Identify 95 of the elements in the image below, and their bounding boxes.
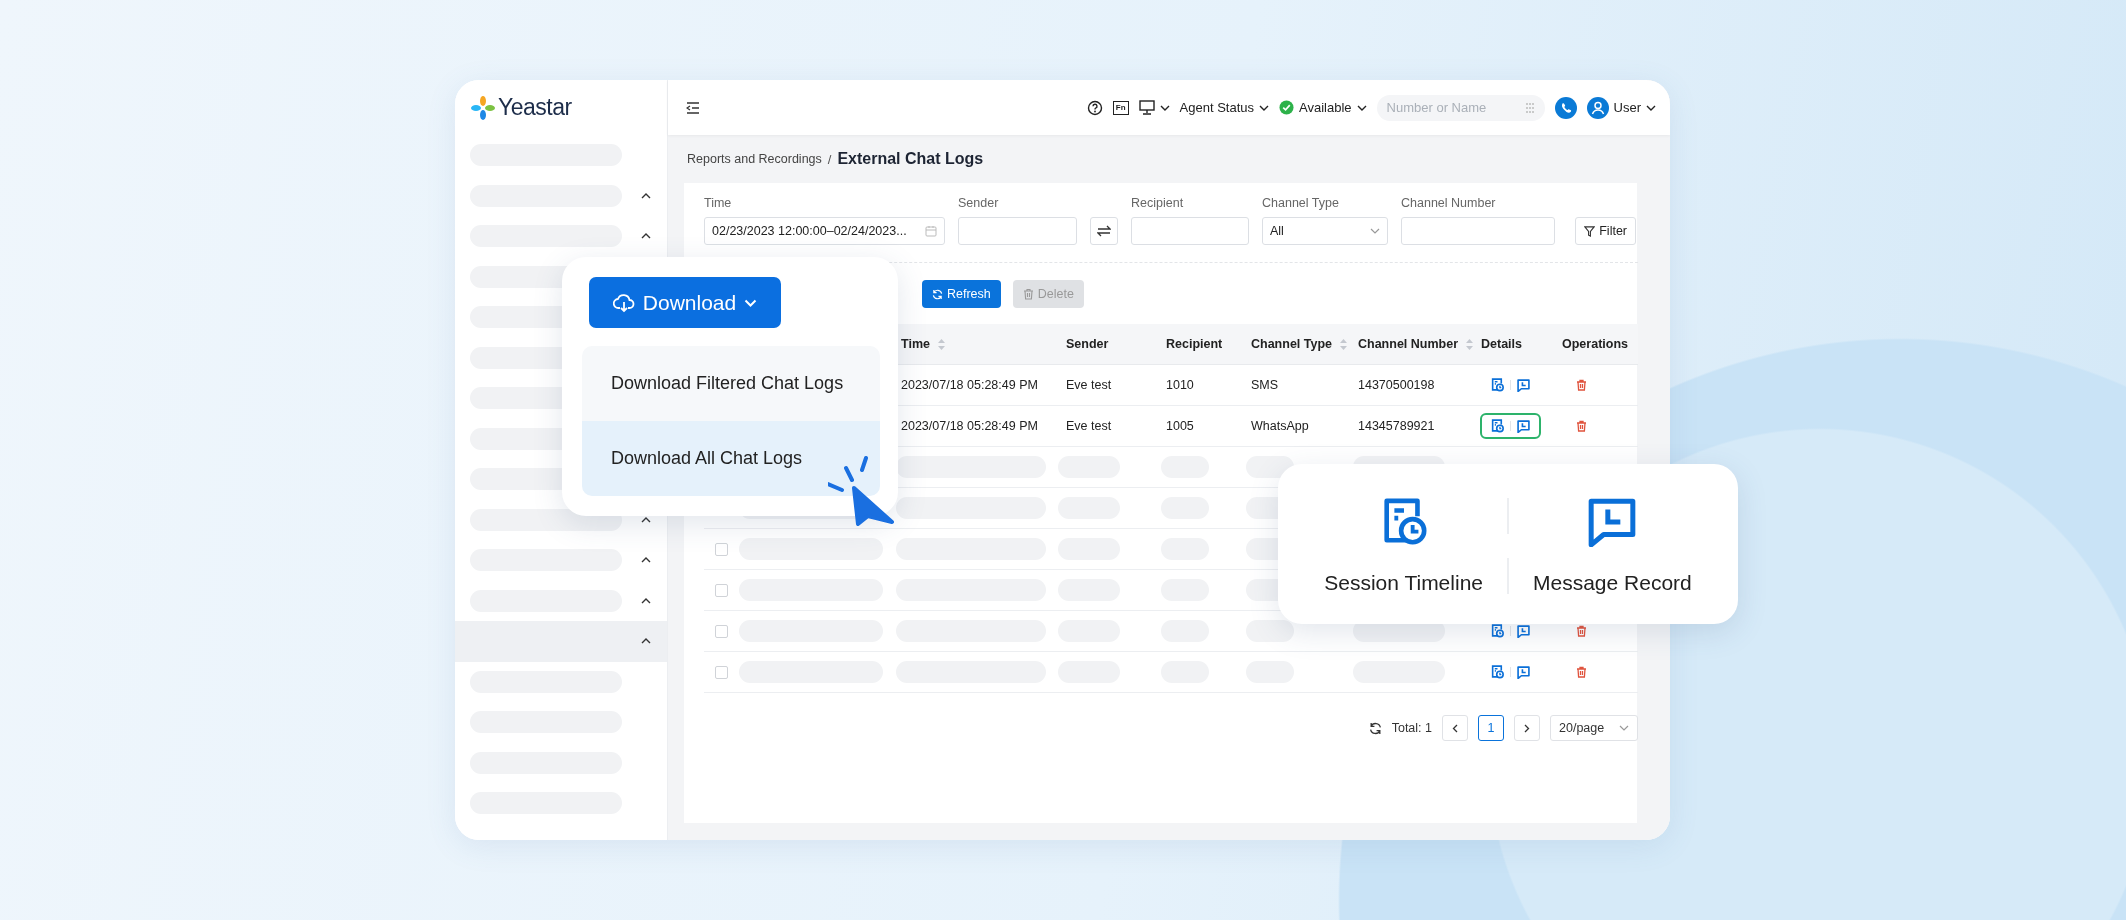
date-range-field[interactable]: 02/23/2023 12:00:00–02/24/2023... — [704, 217, 945, 245]
table-cell-text: WhatsApp — [1250, 419, 1310, 433]
swap-arrows-icon — [1097, 225, 1111, 237]
breadcrumb-separator: / — [827, 151, 832, 167]
swap-button[interactable] — [1090, 217, 1118, 245]
chevron-up-icon[interactable] — [641, 516, 651, 523]
input-field[interactable] — [958, 217, 1077, 245]
session-timeline-icon[interactable] — [1491, 419, 1504, 433]
table-cell-text: Eve test — [1065, 419, 1113, 433]
chevron-up-icon[interactable] — [641, 638, 651, 645]
filter-label: Channel Number — [1401, 196, 1497, 211]
chevron-down-icon — [744, 298, 758, 307]
row-checkbox[interactable] — [715, 583, 728, 597]
filter-label: Time — [704, 196, 733, 211]
column-header: Sender — [1065, 337, 1110, 351]
message-record-icon — [1587, 497, 1638, 547]
chevron-down-icon — [1370, 228, 1380, 234]
monitor-icon[interactable] — [1138, 100, 1155, 115]
chevron-up-icon[interactable] — [641, 192, 651, 199]
page-size-select[interactable]: 20/page — [1550, 715, 1638, 741]
session-timeline-icon[interactable] — [1491, 665, 1504, 679]
chevron-down-icon — [1619, 725, 1629, 731]
cloud-download-icon — [612, 292, 635, 313]
chevron-up-icon[interactable] — [641, 597, 651, 604]
download-button[interactable]: Download — [589, 277, 781, 328]
table-cell-text: SMS — [1250, 378, 1280, 392]
page-title: External Chat Logs — [837, 150, 984, 168]
column-header: Time — [896, 337, 1061, 351]
filter-label: Recipient — [1131, 196, 1185, 211]
refresh-button[interactable]: Refresh — [922, 280, 1001, 308]
table-cell-text: 14370500198 — [1357, 378, 1436, 392]
menu-item[interactable]: Download Filtered Chat Logs — [582, 346, 880, 421]
availability-menu[interactable]: Available — [1279, 100, 1367, 115]
message-record-icon[interactable] — [1517, 624, 1530, 638]
menu-item[interactable]: Download All Chat Logs — [582, 421, 880, 496]
row-checkbox[interactable] — [715, 665, 728, 679]
function-key-button[interactable]: Fn — [1112, 100, 1129, 115]
pinwheel-logo-icon — [471, 95, 495, 120]
column-header: Recipient — [1165, 337, 1224, 351]
filter-label: Channel Type — [1262, 196, 1340, 211]
skeleton-bar — [1246, 620, 1294, 642]
table-cell-text: 1010 — [1165, 378, 1195, 392]
column-header: Channel Type — [1246, 337, 1353, 351]
search-field[interactable]: Number or Name — [1376, 94, 1545, 121]
chevron-up-icon[interactable] — [641, 557, 651, 564]
details-option-label: Message Record — [1533, 571, 1692, 595]
details-option-label: Session Timeline — [1324, 571, 1483, 595]
page-button[interactable]: 1 — [1478, 715, 1504, 741]
check-circle-icon — [1279, 100, 1294, 115]
funnel-icon — [1584, 225, 1596, 237]
table-cell-text: Eve test — [1065, 378, 1113, 392]
row-checkbox[interactable] — [715, 624, 728, 638]
help-icon[interactable] — [1086, 99, 1103, 116]
chevron-down-icon — [1646, 104, 1656, 111]
dialpad-icon — [1524, 101, 1535, 114]
chevron-down-icon — [1356, 104, 1367, 111]
brand-name: Yeastar — [498, 94, 572, 121]
refresh-icon[interactable] — [1368, 721, 1382, 735]
total-count: Total: 1 — [1391, 721, 1432, 735]
phone-call-icon[interactable] — [1554, 96, 1577, 119]
session-timeline-icon[interactable] — [1491, 624, 1504, 638]
delete-icon[interactable] — [1576, 379, 1587, 391]
message-record-icon[interactable] — [1517, 378, 1530, 392]
input-field[interactable] — [1401, 217, 1555, 245]
input-field[interactable] — [1131, 217, 1249, 245]
select-field[interactable]: All — [1262, 217, 1388, 245]
table-cell-text: 2023/07/18 05:28:49 PM — [900, 419, 1039, 433]
delete-icon[interactable] — [1576, 666, 1587, 678]
message-record-icon[interactable] — [1517, 665, 1530, 679]
chevron-down-icon — [1159, 104, 1170, 111]
refresh-icon — [932, 288, 943, 300]
chevron-left-icon — [1452, 723, 1458, 733]
trash-icon — [1022, 288, 1034, 300]
delete-icon[interactable] — [1576, 625, 1587, 637]
user-avatar-icon — [1586, 96, 1609, 119]
delete-icon[interactable] — [1576, 420, 1587, 432]
message-record-icon[interactable] — [1517, 419, 1530, 433]
filter-button[interactable]: Filter — [1575, 217, 1636, 245]
session-timeline-icon[interactable] — [1491, 378, 1504, 392]
user-menu[interactable]: User — [1586, 96, 1656, 119]
chevron-right-icon — [1524, 723, 1530, 733]
menu-fold-icon[interactable] — [686, 101, 700, 114]
table-cell-text: 14345789921 — [1357, 419, 1436, 433]
chevron-up-icon[interactable] — [641, 233, 651, 240]
column-header: Operations — [1561, 337, 1629, 351]
calendar-icon — [925, 225, 937, 237]
chevron-down-icon — [1259, 104, 1269, 111]
table-cell-text: 1005 — [1165, 419, 1195, 433]
agent-status-menu[interactable]: Agent Status — [1179, 100, 1269, 115]
column-header: Details — [1480, 337, 1523, 351]
table-cell-text: 2023/07/18 05:28:49 PM — [900, 378, 1039, 392]
row-checkbox[interactable] — [715, 542, 728, 556]
filter-label: Sender — [958, 196, 1000, 211]
breadcrumb-link[interactable]: Reports and Recordings — [687, 152, 822, 166]
column-header: Channel Number — [1353, 337, 1476, 351]
